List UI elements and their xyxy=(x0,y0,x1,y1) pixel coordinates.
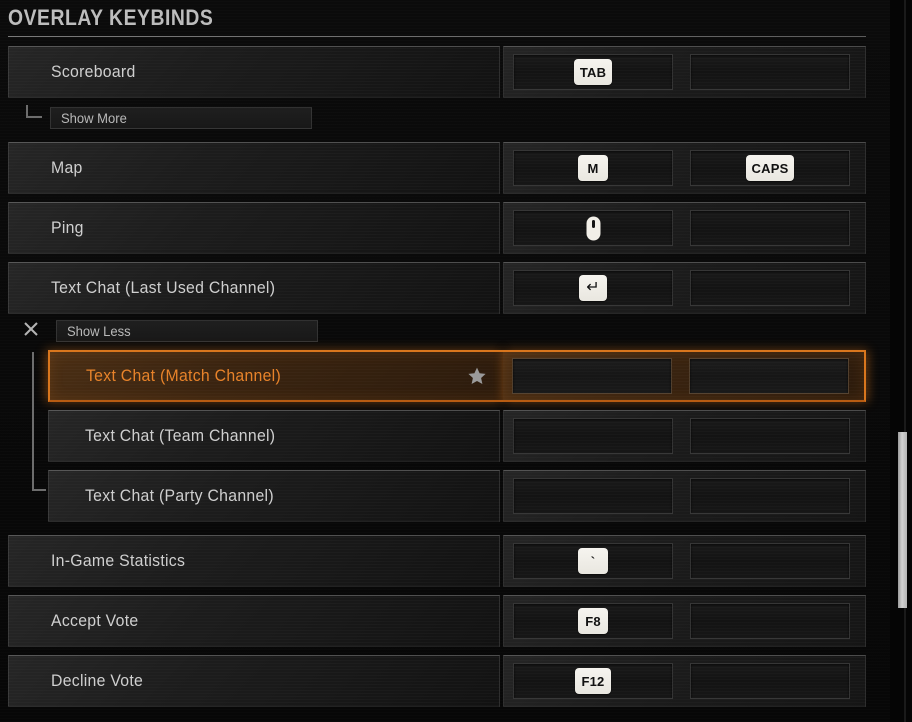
header-divider xyxy=(8,36,866,37)
keybind-slots-text-chat-last-used: ↵ xyxy=(503,262,866,314)
overlay-keybinds-panel: OVERLAY KEYBINDS Scoreboard TAB Show Mor… xyxy=(0,0,912,722)
scrollbar-track[interactable] xyxy=(904,0,906,722)
keybind-label: Scoreboard xyxy=(51,62,136,81)
favorite-star-icon[interactable] xyxy=(467,366,487,386)
keybind-slots-ping xyxy=(503,202,866,254)
secondary-key-slot[interactable] xyxy=(690,603,850,639)
close-icon[interactable] xyxy=(22,320,40,338)
scrollbar-thumb[interactable] xyxy=(898,432,907,608)
mouse-middle-button-icon xyxy=(586,215,601,241)
keybind-slots-in-game-statistics: ` xyxy=(503,535,866,587)
primary-key-slot[interactable]: TAB xyxy=(513,54,673,90)
keybind-label: Accept Vote xyxy=(51,611,139,630)
secondary-key-slot[interactable] xyxy=(690,543,850,579)
primary-key-slot[interactable]: M xyxy=(513,150,673,186)
tree-elbow-icon xyxy=(26,105,42,118)
show-less-toggle[interactable]: Show Less xyxy=(22,320,318,342)
primary-key-slot[interactable]: ↵ xyxy=(513,270,673,306)
show-more-label: Show More xyxy=(61,110,127,126)
secondary-key-slot[interactable] xyxy=(690,663,850,699)
keycap-m: M xyxy=(578,155,608,181)
show-more-toggle[interactable]: Show More xyxy=(26,105,312,129)
secondary-key-slot[interactable] xyxy=(690,478,850,514)
keybind-label: In-Game Statistics xyxy=(51,551,186,570)
keybind-slots-map: M CAPS xyxy=(503,142,866,194)
right-gutter xyxy=(890,0,912,722)
keybind-label: Ping xyxy=(51,218,84,237)
keycap-backtick: ` xyxy=(578,548,608,574)
show-less-label: Show Less xyxy=(67,323,131,339)
keybind-list: Scoreboard TAB Show More Map M CAPS Ping… xyxy=(0,46,896,722)
enter-key-icon: ↵ xyxy=(579,275,607,301)
panel-header: OVERLAY KEYBINDS xyxy=(8,5,866,37)
keybind-label: Text Chat (Last Used Channel) xyxy=(51,278,276,297)
primary-key-slot[interactable] xyxy=(512,358,672,394)
keybind-slots-text-chat-team xyxy=(503,410,866,462)
primary-key-slot[interactable]: ` xyxy=(513,543,673,579)
secondary-key-slot[interactable] xyxy=(689,358,849,394)
keybind-slots-decline-vote: F12 xyxy=(503,655,866,707)
secondary-key-slot[interactable] xyxy=(690,418,850,454)
secondary-key-slot[interactable]: CAPS xyxy=(690,150,850,186)
primary-key-slot[interactable] xyxy=(513,478,673,514)
keybind-label: Text Chat (Party Channel) xyxy=(85,486,274,505)
primary-key-slot[interactable]: F12 xyxy=(513,663,673,699)
keybind-slots-accept-vote: F8 xyxy=(503,595,866,647)
secondary-key-slot[interactable] xyxy=(690,270,850,306)
keybind-label: Text Chat (Team Channel) xyxy=(85,426,276,445)
secondary-key-slot[interactable] xyxy=(690,54,850,90)
keycap-caps: CAPS xyxy=(745,155,795,181)
keybind-slots-text-chat-party xyxy=(503,470,866,522)
keycap-f8: F8 xyxy=(578,608,608,634)
primary-key-slot[interactable] xyxy=(513,210,673,246)
keycap-f12: F12 xyxy=(575,668,611,694)
secondary-key-slot[interactable] xyxy=(690,210,850,246)
primary-key-slot[interactable]: F8 xyxy=(513,603,673,639)
tree-trunk-line xyxy=(32,352,34,491)
page-title: OVERLAY KEYBINDS xyxy=(8,5,214,30)
tree-branch-line xyxy=(32,489,46,491)
keybind-label: Decline Vote xyxy=(51,671,144,690)
keybind-label: Text Chat (Match Channel) xyxy=(86,366,282,385)
keybind-slots-text-chat-match xyxy=(503,350,866,402)
keybind-slots-scoreboard: TAB xyxy=(503,46,866,98)
primary-key-slot[interactable] xyxy=(513,418,673,454)
keybind-label: Map xyxy=(51,158,83,177)
keycap-tab: TAB xyxy=(573,59,613,85)
